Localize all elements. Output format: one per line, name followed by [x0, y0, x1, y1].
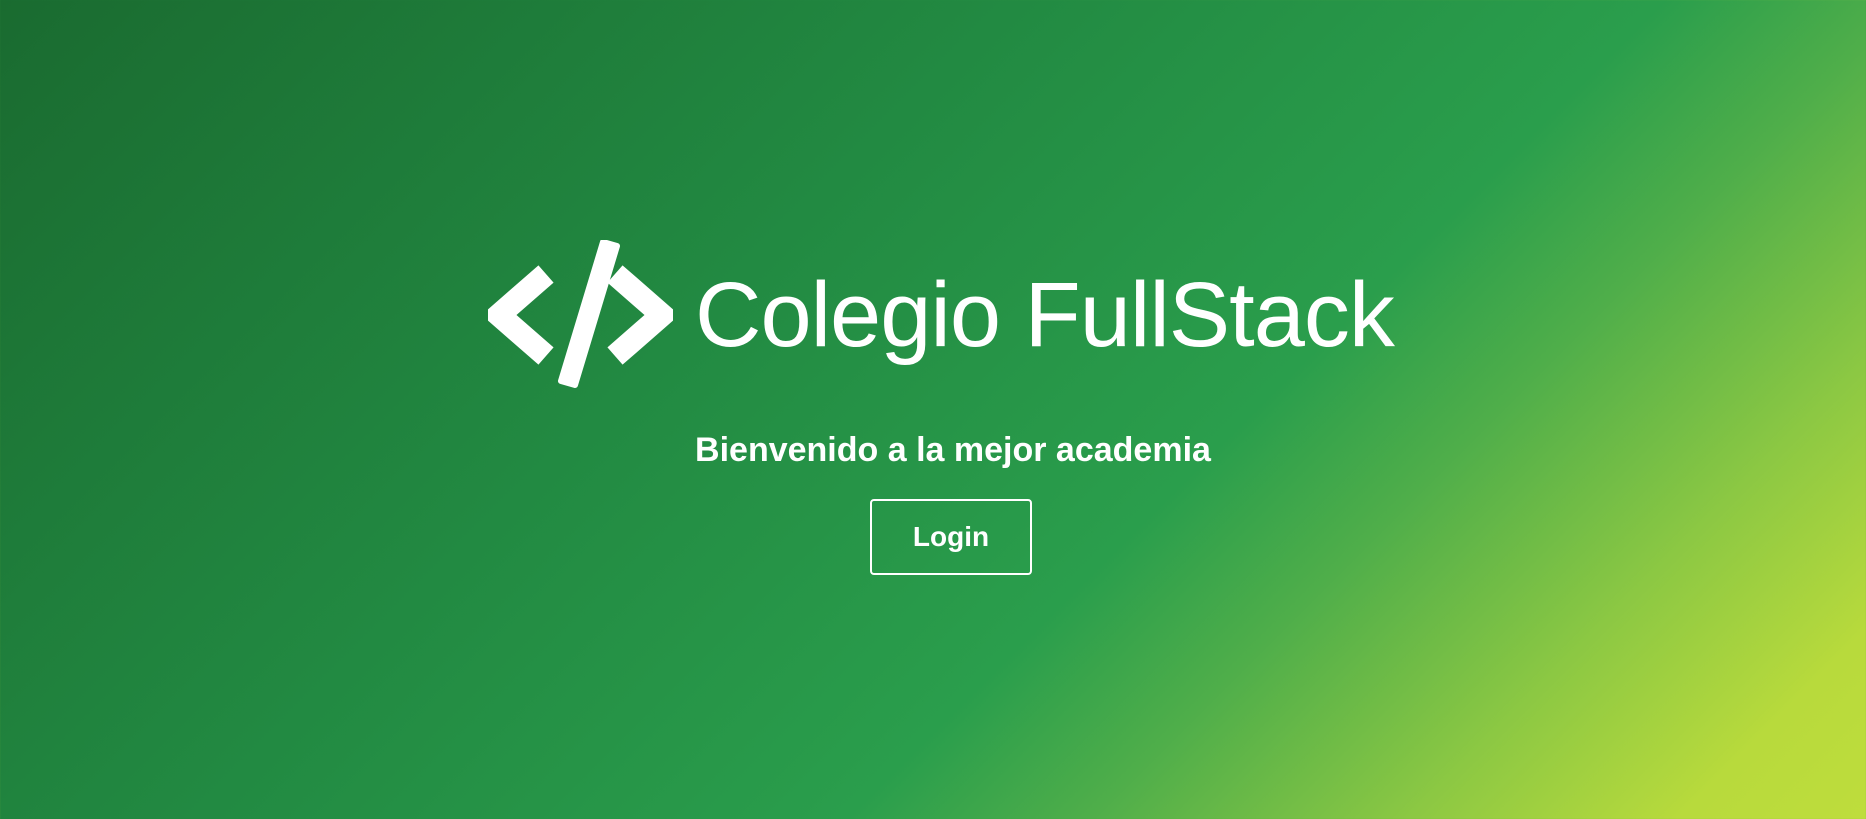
login-button[interactable]: Login	[870, 499, 1032, 575]
welcome-subtitle: Bienvenido a la mejor academia	[695, 431, 1211, 469]
code-brackets-icon	[488, 240, 673, 388]
brand-name: Colegio FullStack	[695, 264, 1395, 366]
hero-section: Colegio FullStack Bienvenido a la mejor …	[0, 0, 1866, 819]
brand: Colegio FullStack	[488, 240, 1395, 390]
